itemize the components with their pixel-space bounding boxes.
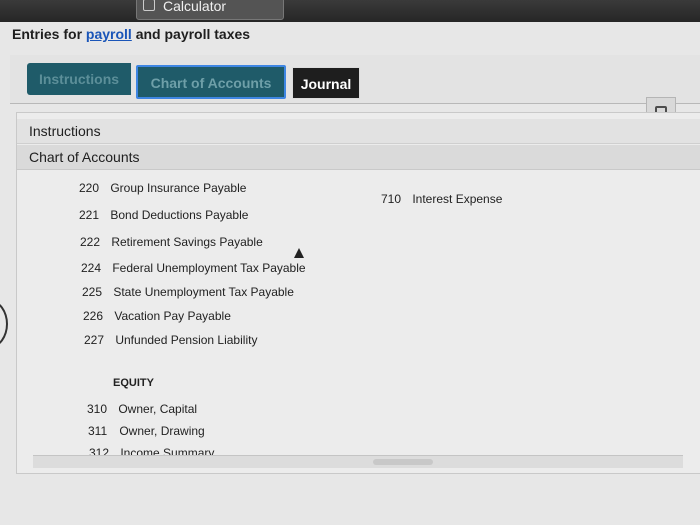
account-row: 710 Interest Expense (381, 192, 502, 206)
tab-bar: Instructions Chart of Accounts Journal (10, 55, 700, 104)
account-row: 220 Group Insurance Payable (79, 181, 246, 195)
account-number: 220 (79, 181, 100, 195)
account-name: Owner, Capital (118, 402, 198, 416)
account-row: 226 Vacation Pay Payable (83, 309, 231, 323)
chart-of-accounts-panel: Instructions Chart of Accounts 220 Group… (16, 112, 700, 474)
calculator-tab[interactable]: Calculator (136, 0, 284, 20)
account-row: 225 State Unemployment Tax Payable (82, 285, 294, 299)
account-name: State Unemployment Tax Payable (113, 285, 294, 299)
account-name: Group Insurance Payable (110, 181, 247, 195)
account-number: 311 (88, 424, 108, 438)
account-number: 224 (81, 261, 102, 275)
account-number: 310 (87, 402, 108, 416)
account-number: 710 (381, 192, 402, 206)
page-title: Entries for payroll and payroll taxes (12, 26, 250, 42)
equity-heading: EQUITY (113, 377, 154, 389)
mouse-cursor-icon (294, 248, 304, 258)
account-row: 224 Federal Unemployment Tax Payable (81, 261, 306, 275)
account-number: 222 (80, 235, 101, 249)
account-name: Interest Expense (412, 192, 503, 206)
account-row: 227 Unfunded Pension Liability (84, 333, 257, 347)
account-row: 221 Bond Deductions Payable (79, 208, 248, 222)
account-number: 227 (84, 333, 105, 347)
title-prefix: Entries for (12, 26, 86, 42)
top-bar: Calculator (0, 0, 700, 22)
calculator-label: Calculator (163, 0, 227, 14)
account-name: Unfunded Pension Liability (115, 333, 258, 347)
calculator-icon (143, 0, 155, 11)
account-row: 222 Retirement Savings Payable (80, 235, 263, 249)
horizontal-scrollbar[interactable] (33, 455, 683, 468)
account-name: Vacation Pay Payable (114, 309, 231, 323)
scrollbar-thumb[interactable] (373, 459, 433, 465)
payroll-link[interactable]: payroll (86, 26, 132, 42)
tab-instructions[interactable]: Instructions (27, 63, 131, 95)
account-number: 225 (82, 285, 103, 299)
edge-arc (0, 300, 8, 348)
instructions-section-header[interactable]: Instructions (17, 119, 700, 144)
title-suffix: and payroll taxes (131, 26, 251, 42)
tab-chart-of-accounts[interactable]: Chart of Accounts (136, 65, 286, 99)
account-name: Owner, Drawing (119, 424, 205, 438)
account-number: 226 (83, 309, 104, 323)
account-name: Retirement Savings Payable (111, 235, 263, 249)
account-row: 311 Owner, Drawing (88, 424, 205, 438)
account-number: 221 (79, 208, 100, 222)
account-name: Federal Unemployment Tax Payable (112, 261, 306, 275)
tab-journal[interactable]: Journal (292, 67, 360, 99)
account-name: Bond Deductions Payable (110, 208, 249, 222)
account-row: 310 Owner, Capital (87, 402, 197, 416)
chart-of-accounts-section-header[interactable]: Chart of Accounts (17, 145, 700, 170)
